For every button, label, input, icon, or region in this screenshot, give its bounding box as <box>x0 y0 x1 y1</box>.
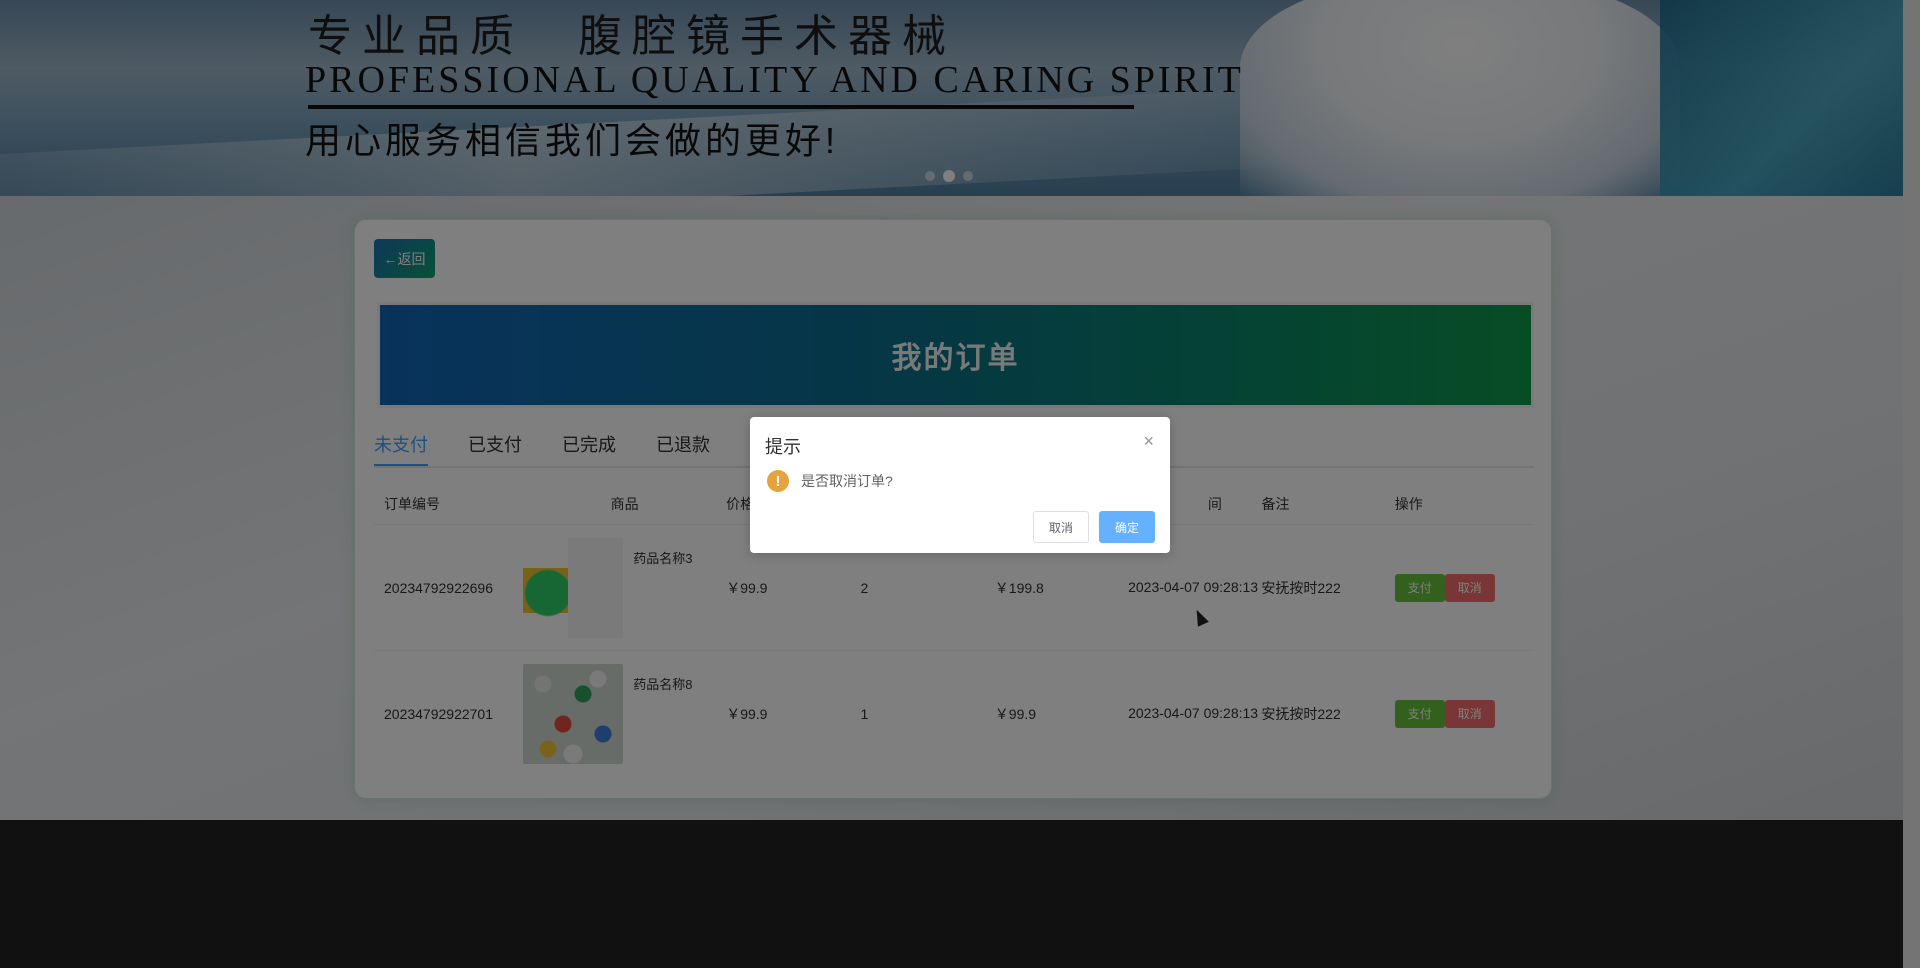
dialog-body: ! 是否取消订单? <box>767 470 893 492</box>
confirm-dialog: 提示 × ! 是否取消订单? 取消 确定 <box>750 417 1170 553</box>
dialog-title: 提示 <box>765 437 801 457</box>
close-icon[interactable]: × <box>1143 431 1154 452</box>
dialog-footer: 取消 确定 <box>1032 511 1155 543</box>
dialog-confirm-button[interactable]: 确定 <box>1098 511 1155 543</box>
warning-icon: ! <box>767 470 789 492</box>
dialog-cancel-button[interactable]: 取消 <box>1032 511 1089 543</box>
dialog-message: 是否取消订单? <box>801 473 893 489</box>
